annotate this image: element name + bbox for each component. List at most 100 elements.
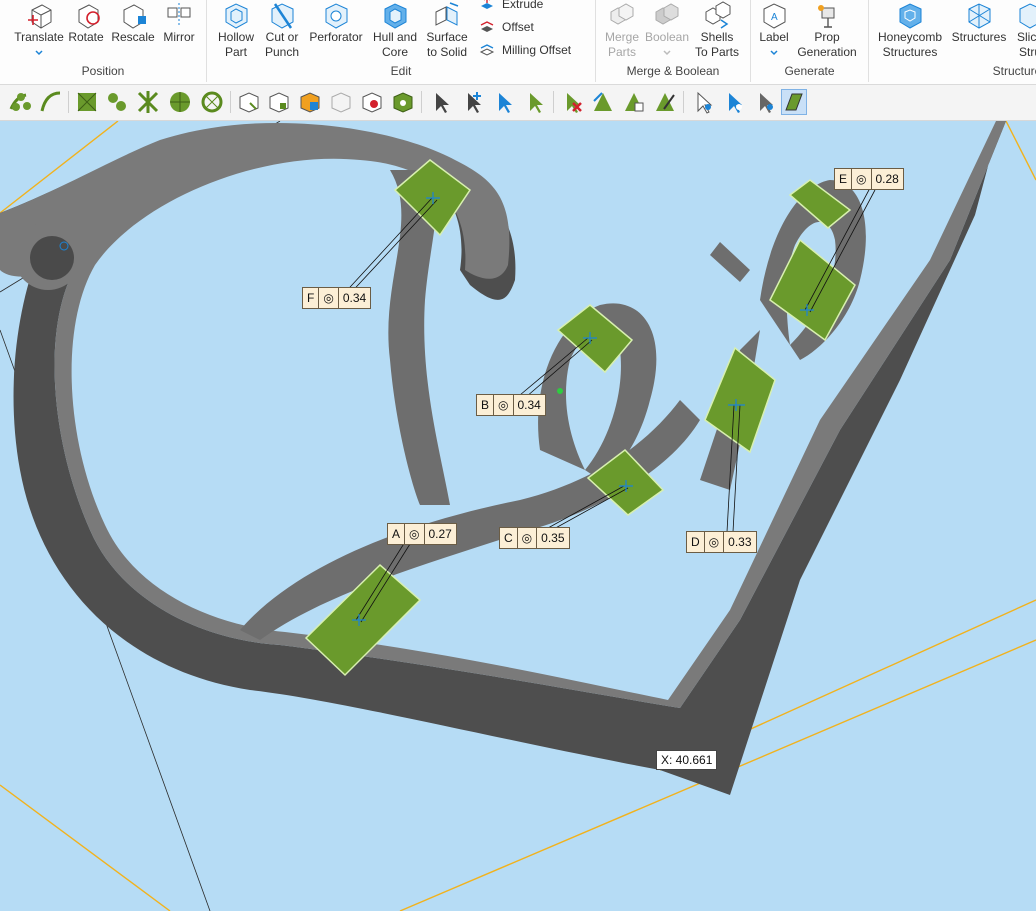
curve-support-icon	[40, 91, 61, 112]
honeycomb-structures-button[interactable]: Honeycomb Structures	[874, 0, 946, 60]
concentricity-icon: ◎	[319, 288, 339, 308]
toolbar-divider	[683, 91, 684, 113]
tool-button-15[interactable]	[428, 89, 454, 115]
surface-solid-button[interactable]: Surface to Solid	[423, 0, 471, 60]
merge-parts-button[interactable]: Merge Parts	[601, 0, 643, 60]
label-icon: A	[763, 3, 786, 29]
rescale-button[interactable]: Rescale	[110, 0, 156, 45]
hollow-part-icon	[225, 3, 248, 29]
support-copy-icon	[625, 93, 644, 112]
ribbon: Translate Rotate Rescale Mirror Position…	[0, 0, 1036, 85]
cut-punch-icon	[271, 3, 294, 29]
model-canvas	[0, 121, 1036, 911]
annotation-tag-a[interactable]: A ◎ 0.27	[387, 523, 457, 545]
svg-text:A: A	[771, 12, 778, 23]
extrude-button[interactable]: Extrude	[478, 0, 543, 12]
tool-button-19[interactable]	[559, 89, 585, 115]
tool-button-22[interactable]	[652, 89, 678, 115]
tool-button-26[interactable]	[781, 89, 807, 115]
group-divider	[868, 0, 869, 82]
tool-button-18[interactable]	[522, 89, 548, 115]
support-edit-icon	[593, 92, 612, 111]
tool-button-17[interactable]	[491, 89, 517, 115]
rotate-button[interactable]: Rotate	[67, 0, 105, 45]
tool-button-13[interactable]	[359, 89, 385, 115]
wheel-support-icon	[201, 91, 223, 113]
tool-button-25[interactable]	[752, 89, 778, 115]
cluster-support-icon	[108, 93, 126, 111]
perforator-button[interactable]: Perforator	[307, 0, 365, 45]
3d-viewport[interactable]: F ◎ 0.34 B ◎ 0.34 A ◎ 0.27 C ◎ 0.35 D ◎ …	[0, 121, 1036, 911]
tool-button-4[interactable]	[74, 89, 100, 115]
toolbar-divider	[553, 91, 554, 113]
offset-button[interactable]: Offset	[478, 19, 534, 35]
tool-button-6[interactable]	[135, 89, 161, 115]
tool-button-5[interactable]	[104, 89, 130, 115]
hull-core-icon	[384, 3, 407, 29]
milling-offset-button[interactable]: Milling Offset	[478, 42, 571, 58]
translate-icon	[28, 4, 52, 29]
cube-icon	[331, 92, 351, 113]
selection-point	[557, 388, 563, 394]
concentricity-icon: ◎	[852, 169, 872, 189]
tool-button-2[interactable]	[8, 89, 34, 115]
group-label-merge: Merge & Boolean	[626, 64, 720, 78]
offset-icon	[480, 21, 494, 32]
concentricity-icon: ◎	[518, 528, 538, 548]
toolbar-divider	[421, 91, 422, 113]
hollow-part-button[interactable]: Hollow Part	[212, 0, 260, 60]
group-label-edit: Edit	[390, 64, 412, 78]
tool-button-24[interactable]	[721, 89, 747, 115]
group-label-structures: Structures	[992, 64, 1036, 78]
tool-button-7[interactable]	[167, 89, 193, 115]
tool-button-3[interactable]	[38, 89, 64, 115]
pointer-icon	[436, 93, 449, 113]
structures-button[interactable]: Structures	[950, 0, 1008, 45]
structures-icon	[968, 3, 991, 29]
milling-offset-icon	[479, 44, 495, 56]
tool-button-21[interactable]	[621, 89, 647, 115]
annotation-tag-c[interactable]: C ◎ 0.35	[499, 527, 570, 549]
cube-icon	[269, 92, 289, 113]
tool-button-14[interactable]	[390, 89, 416, 115]
toolbar-divider	[68, 91, 69, 113]
pointer-move-icon	[499, 93, 512, 113]
tool-button-16[interactable]	[460, 89, 486, 115]
annotation-tag-f[interactable]: F ◎ 0.34	[302, 287, 372, 309]
tool-button-10[interactable]	[266, 89, 292, 115]
translate-button[interactable]: Translate	[13, 0, 65, 60]
tool-button-23[interactable]	[690, 89, 716, 115]
tool-button-12[interactable]	[328, 89, 354, 115]
annotation-tag-b[interactable]: B ◎ 0.34	[476, 394, 546, 416]
concentricity-icon: ◎	[405, 524, 425, 544]
tool-button-9[interactable]	[236, 89, 262, 115]
surface-solid-icon	[435, 2, 459, 26]
view-eye-icon	[697, 91, 713, 114]
cut-punch-button[interactable]: Cut or Punch	[261, 0, 303, 60]
view-eye-icon	[760, 93, 773, 113]
extrude-icon	[481, 0, 493, 9]
group-label-position: Position	[81, 64, 125, 78]
annotation-tag-e[interactable]: E ◎ 0.28	[834, 168, 904, 190]
secondary-toolbar	[0, 85, 1036, 121]
cube-icon	[362, 92, 382, 113]
chevron-down-icon	[663, 50, 671, 56]
mirror-icon	[167, 3, 191, 27]
tool-button-20[interactable]	[590, 89, 616, 115]
concentricity-icon: ◎	[494, 395, 514, 415]
label-button[interactable]: A Label	[756, 0, 792, 60]
prop-generation-icon	[818, 5, 835, 28]
annotation-tag-d[interactable]: D ◎ 0.33	[686, 531, 757, 553]
pointer-select-icon	[530, 93, 543, 113]
slice-structures-button[interactable]: Slice Stru	[1010, 0, 1036, 60]
tool-button-11[interactable]	[297, 89, 323, 115]
tool-button-8[interactable]	[199, 89, 225, 115]
hull-core-button[interactable]: Hull and Core	[369, 0, 421, 60]
delete-support-icon	[567, 93, 582, 113]
shells-parts-button[interactable]: Shells To Parts	[694, 0, 740, 60]
boolean-button[interactable]: Boolean	[644, 0, 690, 60]
prop-generation-button[interactable]: Prop Generation	[796, 0, 858, 60]
mirror-button[interactable]: Mirror	[159, 0, 199, 45]
shells-parts-icon	[705, 1, 731, 29]
rescale-icon	[123, 4, 146, 29]
